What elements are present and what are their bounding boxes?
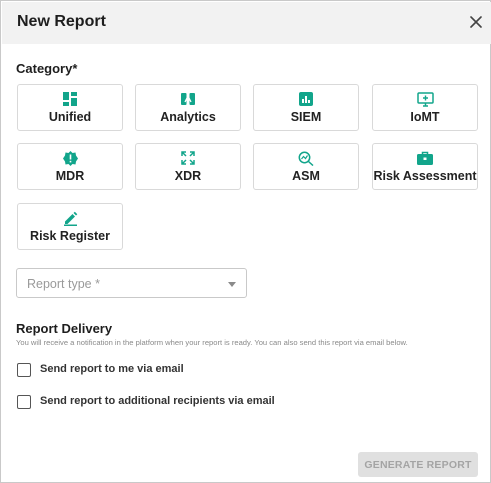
category-xdr-button[interactable]: XDR: [135, 143, 241, 190]
close-icon[interactable]: [466, 12, 486, 32]
category-siem-button[interactable]: SIEM: [253, 84, 359, 131]
pencil-icon: [18, 210, 122, 226]
send-to-recipients-label: Send report to additional recipients via…: [40, 395, 275, 407]
category-risk-register-button[interactable]: Risk Register: [17, 203, 123, 250]
category-label-mdr: MDR: [55, 169, 85, 183]
category-label-asm: ASM: [292, 169, 320, 183]
chevron-down-icon: [228, 282, 236, 287]
category-label-risk-assessment: Risk Assessment: [373, 169, 477, 183]
send-to-me-label: Send report to me via email: [40, 363, 184, 375]
category-iomt-button[interactable]: IoMT: [372, 84, 478, 131]
search-analytics-icon: [254, 150, 358, 166]
category-label-analytics: Analytics: [160, 110, 216, 124]
category-label-risk-register: Risk Register: [30, 229, 110, 243]
category-risk-assessment-button[interactable]: Risk Assessment: [372, 143, 478, 190]
report-type-select[interactable]: Report type *: [16, 268, 247, 298]
category-label-xdr: XDR: [174, 169, 202, 183]
category-analytics-button[interactable]: Analytics: [135, 84, 241, 131]
bar-chart-icon: [254, 91, 358, 107]
send-to-me-checkbox[interactable]: [17, 363, 31, 377]
expand-icon: [136, 150, 240, 166]
new-report-dialog: New Report Category* Unified Analytics S…: [0, 0, 491, 483]
analytics-icon: [136, 91, 240, 107]
send-to-recipients-checkbox[interactable]: [17, 395, 31, 409]
briefcase-icon: [373, 150, 477, 166]
dashboard-icon: [18, 91, 122, 107]
category-label-iomt: IoMT: [410, 110, 440, 124]
category-label-siem: SIEM: [290, 110, 322, 124]
generate-report-button[interactable]: GENERATE REPORT: [358, 452, 478, 477]
dialog-title: New Report: [17, 13, 106, 30]
report-type-placeholder: Report type *: [27, 277, 100, 291]
category-asm-button[interactable]: ASM: [253, 143, 359, 190]
category-label-unified: Unified: [48, 110, 92, 124]
category-unified-button[interactable]: Unified: [17, 84, 123, 131]
dialog-header: New Report: [2, 2, 491, 44]
medical-monitor-icon: [373, 91, 477, 107]
report-delivery-description: You will receive a notification in the p…: [16, 338, 408, 347]
category-label: Category*: [16, 61, 78, 76]
alert-badge-icon: [18, 150, 122, 166]
category-mdr-button[interactable]: MDR: [17, 143, 123, 190]
report-delivery-title: Report Delivery: [16, 321, 113, 336]
